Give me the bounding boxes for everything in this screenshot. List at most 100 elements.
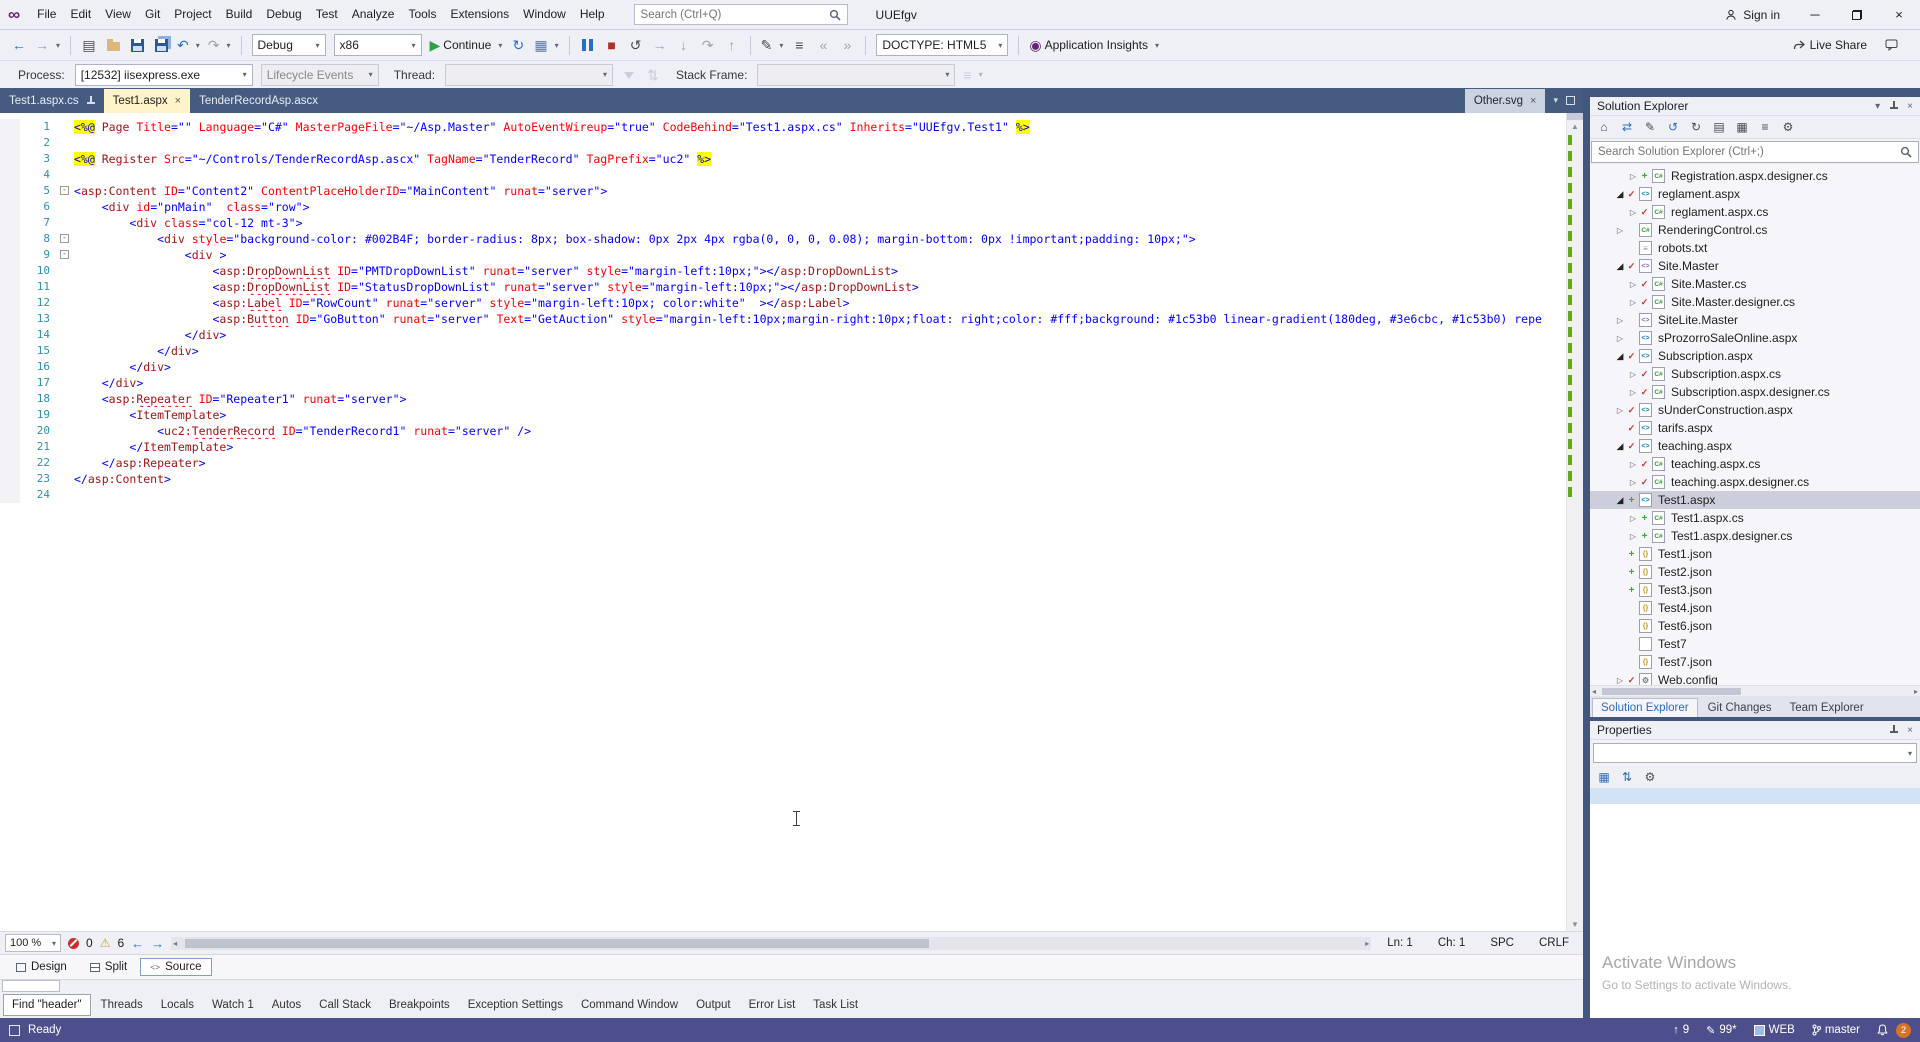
menu-item-test[interactable]: Test — [309, 0, 345, 29]
outline-margin[interactable] — [57, 279, 74, 295]
se-home-icon[interactable]: ⌂ — [1594, 118, 1614, 137]
tree-item[interactable]: Test6.json — [1590, 617, 1920, 635]
glyph-margin[interactable] — [0, 295, 20, 311]
scrollbar-thumb[interactable] — [1602, 687, 1741, 695]
editor-vertical-scrollbar[interactable]: ▲ ▼ — [1566, 113, 1583, 931]
outline-margin[interactable] — [57, 263, 74, 279]
format-document-icon[interactable]: ≡ — [788, 34, 810, 57]
glyph-margin[interactable] — [0, 151, 20, 167]
error-count-icon[interactable] — [68, 937, 79, 949]
close-tab-icon[interactable]: × — [175, 95, 181, 107]
tree-item[interactable]: ▷✓ teaching.aspx.designer.cs — [1590, 473, 1920, 491]
restore-button[interactable] — [1836, 0, 1878, 29]
close-preview-tab-icon[interactable]: × — [1530, 95, 1536, 107]
undo-icon[interactable]: ↶ ▾ — [174, 34, 203, 57]
view-tab-source[interactable]: Source — [140, 958, 212, 976]
scroll-right-icon[interactable]: ▸ — [1914, 687, 1918, 696]
document-list-dropdown-icon[interactable]: ▾ — [1553, 95, 1558, 106]
break-all-icon[interactable] — [577, 34, 599, 57]
doctype-combo[interactable]: DOCTYPE: HTML5 ▾ — [876, 34, 1009, 56]
document-tab[interactable]: TenderRecordAsp.ascx — [190, 89, 327, 113]
tree-item[interactable]: ▷✓ Web.config — [1590, 671, 1920, 685]
outline-margin[interactable] — [57, 215, 74, 231]
tool-window-tab[interactable]: Exception Settings — [460, 995, 571, 1015]
se-show-all-files-icon[interactable]: ▦ — [1732, 118, 1752, 137]
show-next-statement-icon[interactable]: → — [649, 34, 671, 57]
collapsed-icon[interactable]: ▷ — [1627, 514, 1639, 523]
code-text[interactable]: <asp:DropDownList ID="PMTDropDownList" r… — [74, 263, 1566, 279]
glyph-margin[interactable] — [0, 423, 20, 439]
code-text[interactable]: </asp:Content> — [74, 471, 1566, 487]
se-collapse-all-icon[interactable]: ≡ — [1755, 118, 1775, 137]
tree-item[interactable]: ▷ sProzorroSaleOnline.aspx — [1590, 329, 1920, 347]
outline-margin[interactable] — [57, 311, 74, 327]
collapsed-icon[interactable]: ▷ — [1614, 316, 1626, 325]
tree-item[interactable]: ✓ tarifs.aspx — [1590, 419, 1920, 437]
tree-item[interactable]: ▷✓ teaching.aspx.cs — [1590, 455, 1920, 473]
collapsed-icon[interactable]: ▷ — [1627, 280, 1639, 289]
tree-item[interactable]: ◢✓ reglament.aspx — [1590, 185, 1920, 203]
collapsed-icon[interactable]: ▷ — [1627, 208, 1639, 217]
tree-item[interactable]: ▷ SiteLite.Master — [1590, 311, 1920, 329]
tool-window-tab[interactable]: Watch 1 — [204, 995, 262, 1015]
code-editor[interactable]: 1 <%@ Page Title="" Language="C#" MasterP… — [0, 113, 1583, 931]
panel-splitter[interactable] — [1583, 88, 1590, 1018]
menu-item-view[interactable]: View — [98, 0, 138, 29]
tree-item[interactable]: Test4.json — [1590, 599, 1920, 617]
tool-window-tab[interactable]: Breakpoints — [381, 995, 458, 1015]
outline-margin[interactable] — [57, 423, 74, 439]
outline-margin[interactable] — [57, 119, 74, 135]
tree-horizontal-scrollbar[interactable]: ◂ ▸ — [1590, 685, 1920, 696]
warning-count-icon[interactable]: ⚠ — [100, 936, 111, 950]
menu-item-extensions[interactable]: Extensions — [443, 0, 516, 29]
navigate-backward-icon[interactable]: ← — [131, 936, 144, 951]
panel-tab-git-changes[interactable]: Git Changes — [1700, 699, 1780, 717]
sign-in-button[interactable]: Sign in — [1711, 0, 1794, 29]
menu-item-analyze[interactable]: Analyze — [345, 0, 402, 29]
editor-horizontal-scrollbar[interactable]: ◂ ▸ — [171, 936, 1372, 950]
lifecycle-events-dropdown[interactable]: Lifecycle Events ▾ — [260, 63, 379, 86]
code-text[interactable]: </ItemTemplate> — [74, 439, 1566, 455]
se-properties-icon[interactable]: ⚙ — [1778, 118, 1798, 137]
collapsed-icon[interactable]: ▷ — [1627, 172, 1639, 181]
tree-item[interactable]: + Test2.json — [1590, 563, 1920, 581]
collapsed-icon[interactable]: ▷ — [1614, 226, 1626, 235]
pin-icon[interactable] — [1889, 725, 1899, 735]
restart-app-icon[interactable]: ↻ — [507, 34, 529, 57]
new-file-icon[interactable]: ▤ — [78, 34, 100, 57]
menu-item-file[interactable]: File — [30, 0, 63, 29]
outline-margin[interactable] — [57, 487, 74, 503]
step-out-icon[interactable]: ↑ — [721, 34, 743, 57]
glyph-margin[interactable] — [0, 167, 20, 183]
scroll-right-icon[interactable]: ▸ — [1365, 939, 1369, 948]
decrease-indent-icon[interactable]: « — [812, 34, 834, 57]
code-text[interactable]: <asp:Button ID="GoButton" runat="server"… — [74, 311, 1566, 327]
glyph-margin[interactable] — [0, 183, 20, 199]
glyph-margin[interactable] — [0, 263, 20, 279]
glyph-margin[interactable] — [0, 375, 20, 391]
code-text[interactable]: <div > — [74, 247, 1566, 263]
tree-item[interactable]: ▷✓ Site.Master.designer.cs — [1590, 293, 1920, 311]
se-pending-changes-icon[interactable]: ✎ — [1640, 118, 1660, 137]
code-text[interactable]: <asp:DropDownList ID="StatusDropDownList… — [74, 279, 1566, 295]
tree-item[interactable]: robots.txt — [1590, 239, 1920, 257]
tool-window-tab[interactable]: Find "header" — [3, 994, 91, 1016]
code-text[interactable]: <ItemTemplate> — [74, 407, 1566, 423]
solution-search-input[interactable] — [1598, 146, 1900, 158]
tool-window-tab[interactable]: Threads — [93, 995, 151, 1015]
pin-icon[interactable] — [86, 96, 95, 106]
minimize-button[interactable]: ─ — [1794, 0, 1836, 29]
open-file-icon[interactable] — [102, 34, 124, 57]
tree-item[interactable]: + Test1.json — [1590, 545, 1920, 563]
tree-item[interactable]: ▷✓ Site.Master.cs — [1590, 275, 1920, 293]
glyph-margin[interactable] — [0, 439, 20, 455]
tool-window-tab[interactable]: Autos — [264, 995, 309, 1015]
pin-icon[interactable] — [1889, 101, 1899, 111]
live-share-button[interactable]: Live Share — [1790, 34, 1870, 57]
redo-icon[interactable]: ↷ ▾ — [205, 34, 234, 57]
glyph-margin[interactable] — [0, 135, 20, 151]
outline-margin[interactable] — [57, 327, 74, 343]
panel-tab-solution-explorer[interactable]: Solution Explorer — [1592, 698, 1698, 717]
branch-button[interactable]: master — [1812, 1024, 1860, 1036]
float-window-icon[interactable] — [1566, 96, 1575, 105]
